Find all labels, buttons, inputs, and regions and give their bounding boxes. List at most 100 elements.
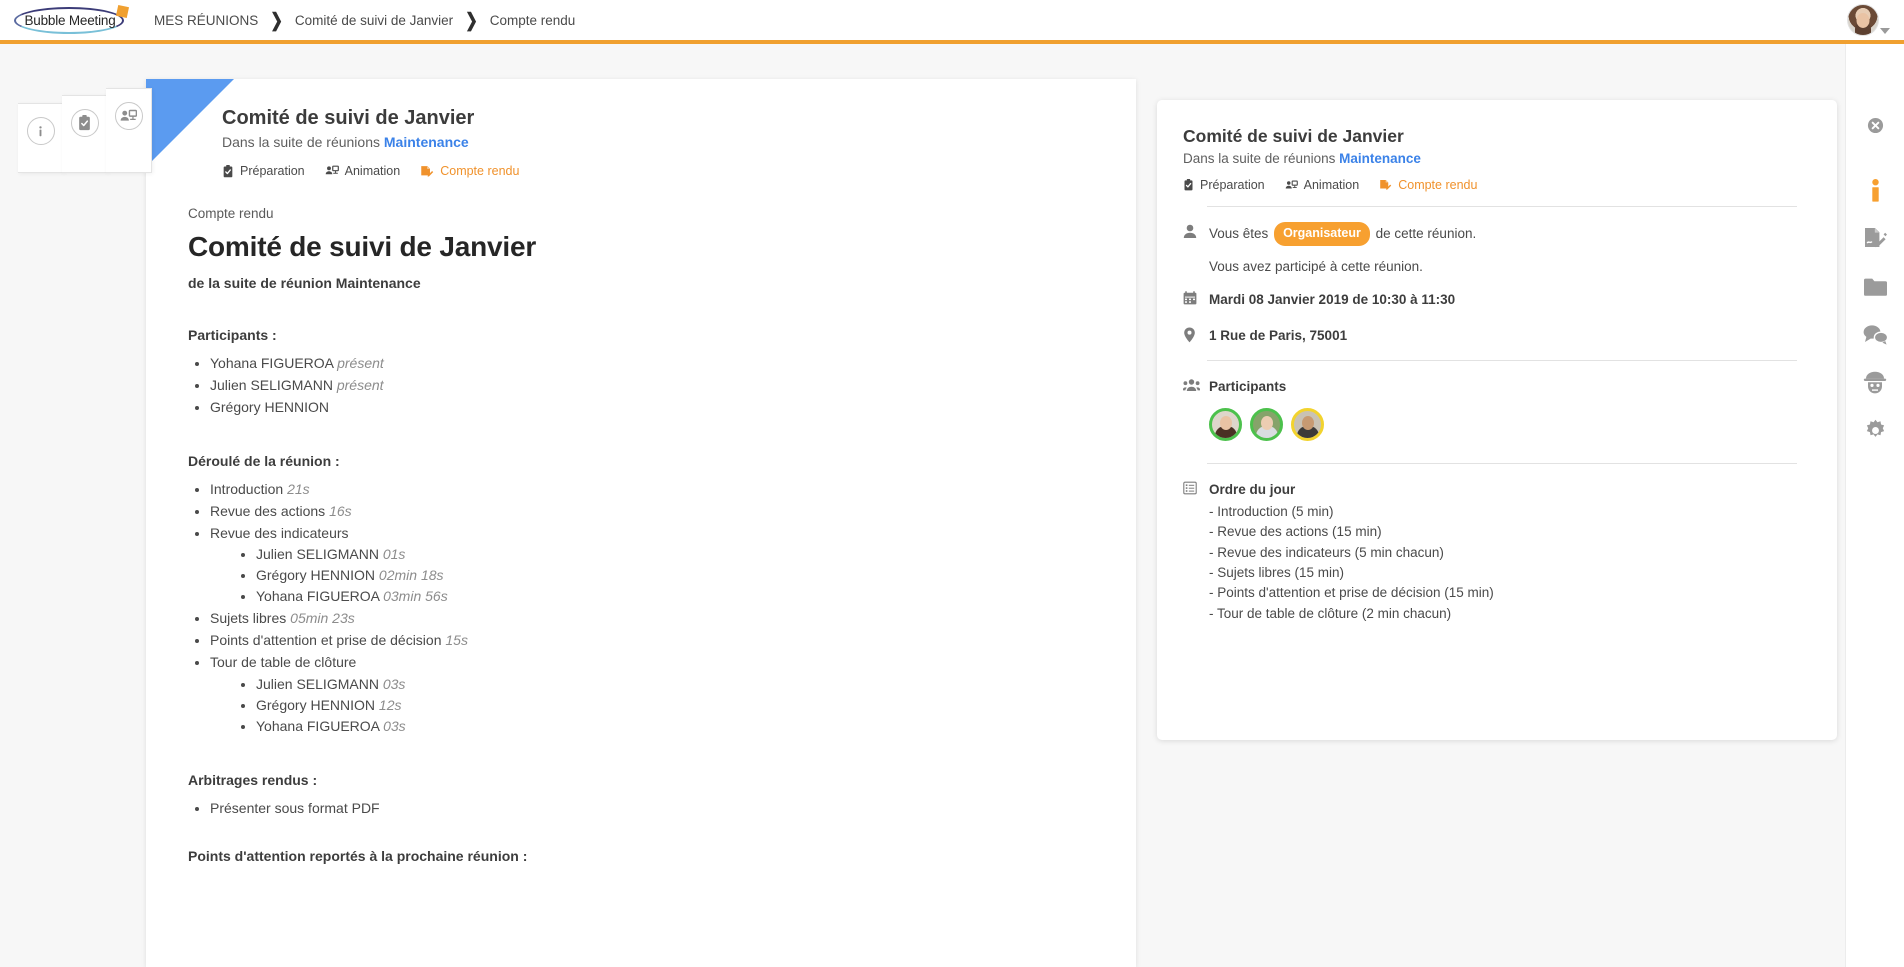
avatar bbox=[1847, 4, 1879, 36]
breadcrumb-item-meeting[interactable]: Comité de suivi de Janvier bbox=[295, 11, 453, 30]
page-title: Comité de suivi de Janvier bbox=[188, 231, 537, 262]
participant-name: Yohana FIGUEROA bbox=[210, 355, 334, 371]
participants-list: Yohana FIGUEROA présent Julien SELIGMANN… bbox=[188, 355, 1084, 417]
sidebar-tab-preparation[interactable] bbox=[62, 95, 108, 173]
folder-icon bbox=[1863, 277, 1887, 297]
agenda-sub-duration: 03min 56s bbox=[383, 588, 448, 605]
list-item: Julien SELIGMANN 03s bbox=[256, 676, 1084, 694]
info-tab-preparation[interactable]: Préparation bbox=[1183, 178, 1265, 192]
agenda-label: Revue des actions bbox=[210, 502, 326, 519]
document-header-title: Comité de suivi de Janvier bbox=[222, 107, 475, 129]
info-tab-animation-label: Animation bbox=[1303, 178, 1360, 192]
list-item: Tour de table de clôture Julien SELIGMAN… bbox=[210, 654, 1084, 736]
app-logo[interactable]: Bubble Meeting bbox=[14, 4, 130, 36]
rail-discussions[interactable] bbox=[1846, 315, 1904, 354]
agenda-duration: 05min 23s bbox=[290, 610, 355, 627]
agenda-label: Points d'attention et prise de décision bbox=[210, 632, 442, 649]
participant-name: Julien SELIGMANN bbox=[210, 376, 333, 393]
info-icon bbox=[26, 117, 55, 145]
divider bbox=[1207, 206, 1797, 207]
document-header-subtitle-prefix: Dans la suite de réunions bbox=[222, 134, 380, 150]
agenda-label: Introduction bbox=[210, 480, 284, 497]
status-badge: Organisateur bbox=[1274, 222, 1370, 246]
participants-avatars bbox=[1209, 407, 1797, 441]
avatar[interactable] bbox=[1209, 407, 1242, 441]
info-panel-title: Comité de suivi de Janvier bbox=[1183, 126, 1404, 146]
list-icon bbox=[1183, 480, 1209, 495]
breadcrumb-item-compte-rendu[interactable]: Compte rendu bbox=[490, 11, 576, 30]
participant-status: présent bbox=[336, 376, 384, 393]
agenda-label: Tour de table de clôture bbox=[210, 653, 357, 670]
datetime-row: Mardi 08 Janvier 2019 de 10:30 à 11:30 bbox=[1183, 290, 1797, 310]
sidebar-tab-informations[interactable] bbox=[18, 103, 64, 173]
agenda-sub-label: Grégory HENNION bbox=[256, 567, 376, 584]
tab-preparation[interactable]: Préparation bbox=[222, 164, 305, 178]
info-tab-animation[interactable]: Animation bbox=[1285, 178, 1360, 192]
presentation-icon bbox=[325, 165, 339, 177]
rail-informations[interactable] bbox=[1846, 171, 1904, 210]
agenda-label: Revue des indicateurs bbox=[210, 524, 349, 541]
document-header: Comité de suivi de Janvier Dans la suite… bbox=[146, 79, 1136, 178]
document-body: Compte rendu Comité de suivi de Janvier … bbox=[146, 178, 1136, 864]
postponed-heading: Points d'attention reportés à la prochai… bbox=[188, 847, 528, 864]
list-item: Yohana FIGUEROA 03min 56s bbox=[256, 588, 1084, 606]
agenda-duration: 16s bbox=[329, 502, 352, 519]
top-bar: Bubble Meeting MES RÉUNIONS ❯ Comité de … bbox=[0, 0, 1904, 40]
list-item: Points d'attention et prise de décision … bbox=[210, 632, 1084, 650]
agenda-sub-label: Julien SELIGMANN bbox=[256, 675, 379, 692]
chevron-down-icon[interactable] bbox=[1880, 28, 1890, 34]
tab-preparation-label: Préparation bbox=[240, 164, 305, 178]
agenda-duration: 15s bbox=[445, 632, 468, 649]
list-item: Yohana FIGUEROA présent bbox=[210, 355, 1084, 373]
spy-icon bbox=[1863, 371, 1887, 394]
tab-compte-rendu[interactable]: Compte rendu bbox=[420, 164, 519, 178]
document-header-series-link[interactable]: Maintenance bbox=[384, 134, 469, 150]
agenda-line: - Introduction (5 min) bbox=[1209, 503, 1334, 519]
chat-bubbles-icon bbox=[1863, 324, 1888, 345]
people-group-icon bbox=[1183, 377, 1209, 392]
participants-heading: Participants : bbox=[188, 327, 277, 343]
participant-status: présent bbox=[337, 355, 384, 371]
participants-row: Participants bbox=[1183, 377, 1797, 397]
rail-documents[interactable] bbox=[1846, 267, 1904, 306]
avatar[interactable] bbox=[1291, 407, 1324, 441]
rail-compte-rendu[interactable] bbox=[1846, 219, 1904, 258]
compte-rendu-document: Comité de suivi de Janvier Dans la suite… bbox=[146, 79, 1136, 967]
avatar[interactable] bbox=[1250, 407, 1283, 441]
presentation-icon bbox=[1285, 180, 1298, 191]
role-prefix: Vous êtes bbox=[1209, 226, 1269, 241]
rail-settings[interactable] bbox=[1846, 411, 1904, 450]
info-panel-subtitle: Dans la suite de réunions Maintenance bbox=[1183, 151, 1797, 166]
list-item: Julien SELIGMANN 01s bbox=[256, 546, 1084, 564]
list-item: Grégory HENNION 12s bbox=[256, 697, 1084, 715]
ordre-du-jour-row: Ordre du jour - Introduction (5 min) - R… bbox=[1183, 480, 1797, 623]
info-panel-series-link[interactable]: Maintenance bbox=[1339, 151, 1421, 166]
agenda-sub-label: Yohana FIGUEROA bbox=[256, 588, 380, 605]
edit-document-icon bbox=[420, 165, 434, 178]
right-icon-rail bbox=[1845, 44, 1904, 967]
chevron-right-icon: ❯ bbox=[465, 10, 478, 32]
user-menu[interactable] bbox=[1847, 4, 1890, 36]
list-item: Grégory HENNION 02min 18s bbox=[256, 567, 1084, 585]
agenda-sublist: Julien SELIGMANN 01s Grégory HENNION 02m… bbox=[210, 546, 1084, 606]
agenda-line: - Points d'attention et prise de décisio… bbox=[1209, 585, 1494, 601]
sidebar-tab-animation[interactable] bbox=[106, 88, 152, 173]
info-tab-compte-rendu[interactable]: Compte rendu bbox=[1379, 178, 1477, 192]
tab-animation[interactable]: Animation bbox=[325, 164, 400, 178]
list-item: Yohana FIGUEROA 03s bbox=[256, 718, 1084, 736]
rail-anonymous[interactable] bbox=[1846, 363, 1904, 402]
arbitrations-list: Présenter sous format PDF bbox=[188, 800, 1084, 818]
info-icon bbox=[1871, 179, 1880, 202]
list-item: Introduction 21s bbox=[210, 481, 1084, 499]
close-panel-button[interactable] bbox=[1846, 106, 1904, 145]
agenda-heading: Déroulé de la réunion : bbox=[188, 452, 340, 469]
agenda-line: - Revue des actions (15 min) bbox=[1209, 524, 1382, 540]
meeting-datetime: Mardi 08 Janvier 2019 de 10:30 à 11:30 bbox=[1209, 291, 1456, 307]
role-row: Vous êtes Organisateur de cette réunion. bbox=[1183, 222, 1797, 247]
agenda-sub-duration: 03s bbox=[383, 717, 406, 734]
agenda-sub-label: Julien SELIGMANN bbox=[256, 546, 379, 563]
breadcrumb-item-mes-reunions[interactable]: MES RÉUNIONS bbox=[154, 11, 258, 30]
gear-icon bbox=[1864, 419, 1887, 442]
ordre-du-jour-label: Ordre du jour bbox=[1209, 481, 1296, 497]
agenda-sub-label: Grégory HENNION bbox=[256, 696, 376, 713]
